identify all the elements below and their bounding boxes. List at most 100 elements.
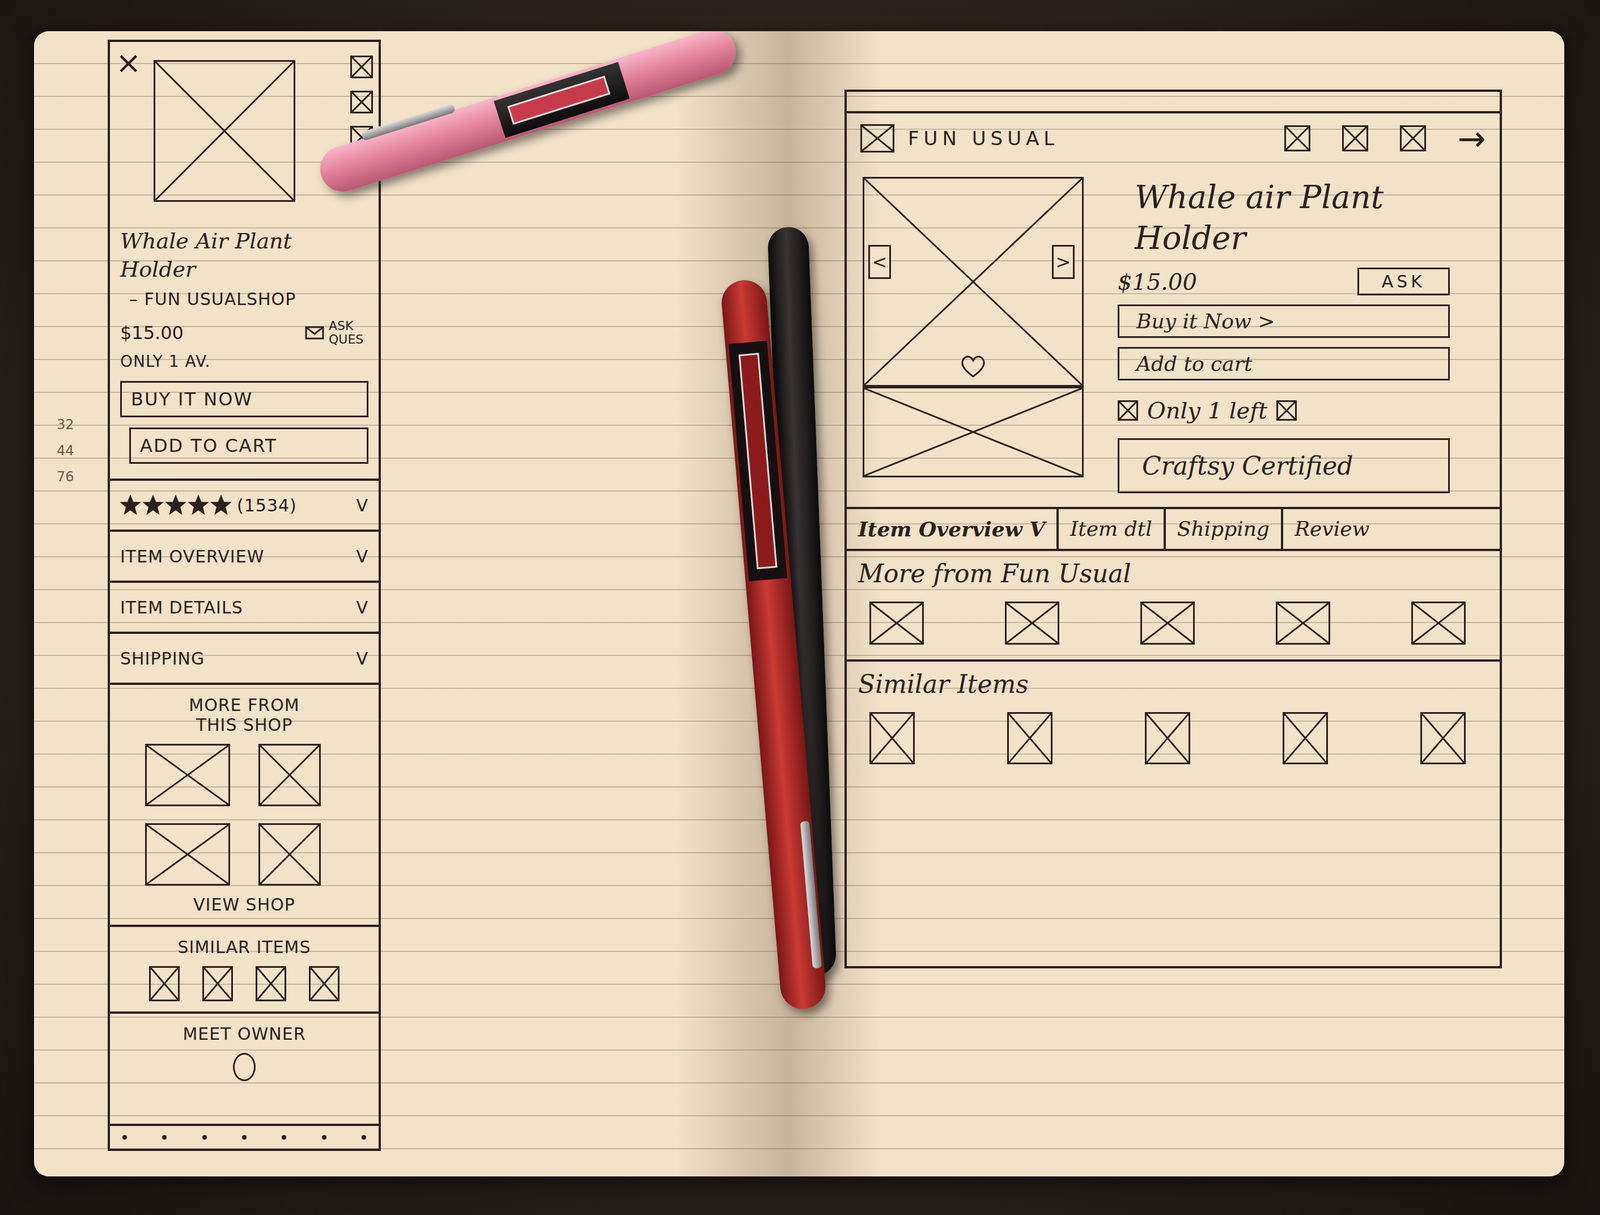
buy-now-button[interactable]: BUY IT NOW — [120, 380, 369, 418]
nav-dot[interactable] — [281, 1134, 287, 1140]
star-icon — [165, 494, 186, 516]
tab[interactable]: Shipping — [1165, 508, 1284, 549]
section-title: More from Fun Usual — [858, 558, 1489, 588]
left-page: 32 44 76 ×Whale Air Plant Holder– FUN USUAL… — [34, 31, 788, 1177]
shop-name[interactable]: – FUN USUALSHOP — [129, 289, 369, 309]
product-info: Whale air Plant Holder $15.00 ASK Buy it No… — [1117, 176, 1484, 494]
nav-dot[interactable] — [242, 1134, 247, 1140]
meet-owner: MEET OWNER — [109, 1011, 379, 1092]
item-thumbnail[interactable] — [255, 965, 287, 1001]
accordion-label[interactable]: ITEM OVERVIEW — [120, 546, 265, 567]
similar-items: Similar Items — [846, 659, 1500, 779]
bottom-nav — [109, 1123, 379, 1149]
price: $15.00 — [1117, 268, 1198, 295]
ask-label[interactable]: ASK QUES — [328, 319, 369, 347]
similar-thumbnails — [149, 965, 340, 1001]
desktop-wireframe: FUN USUAL→<>Whale air Plant Holder$15.00… — [844, 89, 1502, 969]
view-shop-link[interactable]: VIEW SHOP — [176, 894, 313, 915]
price-row: $15.00 ASK — [1117, 267, 1484, 296]
item-thumbnail[interactable] — [149, 965, 180, 1001]
accordion-label[interactable]: ITEM DETAILS — [120, 597, 244, 618]
add-to-cart-button[interactable]: Add to cart — [1117, 346, 1450, 381]
ask-question-button[interactable]: ASK QUES — [304, 319, 369, 347]
favorite-icon[interactable] — [350, 90, 373, 114]
accordion-row[interactable]: ITEM OVERVIEW V — [109, 529, 379, 581]
section-title: SIMILAR ITEMS — [176, 936, 313, 957]
item-thumbnail[interactable] — [202, 965, 233, 1001]
shop-name[interactable]: FUN USUAL — [907, 126, 1059, 150]
stock-label: Only 1 left — [1147, 397, 1268, 424]
shop-items — [858, 601, 1489, 645]
accordion-row[interactable]: ITEM DETAILSV — [109, 580, 379, 632]
item-thumbnail[interactable] — [869, 601, 924, 645]
thumbnail-strip[interactable] — [862, 386, 1084, 478]
item-thumbnail[interactable] — [1140, 601, 1195, 645]
nav-dot[interactable] — [162, 1134, 167, 1140]
chevron-icon: V — [355, 495, 369, 516]
nav-dot[interactable] — [122, 1134, 127, 1140]
margin-note: 44 — [56, 442, 108, 459]
ask-button[interactable]: ASK — [1357, 267, 1450, 296]
product-title: Whale air Plant Holder — [1134, 176, 1484, 259]
nav-dot[interactable] — [361, 1134, 367, 1140]
account-icon[interactable] — [1342, 125, 1369, 152]
product-image[interactable]: <> — [862, 176, 1084, 387]
margin-note: 32 — [56, 416, 108, 433]
desktop-header: FUN USUAL → — [846, 113, 1500, 164]
pen-label — [738, 352, 778, 570]
image-placeholder — [862, 176, 1084, 387]
heart-icon — [958, 353, 988, 379]
tab[interactable]: Review — [1283, 508, 1381, 549]
accordion-label[interactable]: SHIPPING — [120, 648, 205, 669]
item-thumbnail[interactable] — [1411, 601, 1466, 645]
product-body: <>Whale air Plant Holder$15.00ASKBuy it … — [846, 163, 1500, 507]
browser-strip — [846, 91, 1500, 114]
tab-bar: Item Overview VItem dtlShippingReview — [846, 506, 1500, 551]
chevron-icon: V — [355, 546, 369, 567]
close-button[interactable]: × — [115, 47, 142, 224]
header-icons: → — [1284, 121, 1487, 156]
add-to-cart-button[interactable]: ADD TO CART — [129, 427, 369, 464]
stock-row: Only 1 left — [1117, 397, 1484, 424]
similar-items: SIMILAR ITEMS — [109, 924, 379, 1012]
nav-dot[interactable] — [202, 1134, 207, 1140]
item-thumbnail[interactable] — [869, 711, 915, 765]
item-thumbnail[interactable] — [145, 822, 231, 886]
more-from-shop: More from Fun Usual — [846, 550, 1500, 660]
star-icon — [142, 494, 164, 516]
item-thumbnail[interactable] — [1004, 601, 1060, 645]
tab[interactable]: Item Overview V — [846, 508, 1059, 549]
next-image-button[interactable]: > — [1051, 244, 1075, 279]
similar-thumbnails — [858, 711, 1489, 765]
item-thumbnail[interactable] — [258, 822, 321, 886]
notebook: 32 44 76 ×Whale Air Plant Holder– FUN USUAL… — [34, 31, 1565, 1177]
owner-avatar-icon[interactable] — [232, 1052, 256, 1081]
previous-image-button[interactable]: < — [868, 244, 891, 279]
mobile-info: Whale Air Plant Holder– FUN USUALSHOP$15… — [109, 223, 379, 371]
review-count: (1534) — [236, 495, 297, 516]
item-thumbnail[interactable] — [1420, 711, 1466, 765]
item-thumbnail[interactable] — [258, 743, 321, 806]
cart-icon[interactable] — [1399, 125, 1427, 152]
item-thumbnail[interactable] — [1007, 711, 1053, 765]
margin-notes: 32 44 76 — [56, 39, 108, 1177]
buy-now-button[interactable]: Buy it Now > — [1117, 304, 1450, 338]
margin-note: 76 — [56, 468, 108, 485]
nav-dot[interactable] — [321, 1134, 327, 1140]
forward-arrow-icon[interactable]: → — [1457, 121, 1487, 156]
rating-stars — [120, 494, 232, 516]
accordion-row[interactable]: SHIPPINGV — [109, 631, 379, 683]
availability: ONLY 1 AV. — [120, 351, 369, 371]
product-image[interactable] — [153, 60, 296, 202]
star-icon — [210, 494, 232, 516]
item-thumbnail[interactable] — [1282, 711, 1328, 765]
item-thumbnail[interactable] — [308, 965, 340, 1001]
item-thumbnail[interactable] — [1275, 601, 1331, 645]
rating-row[interactable]: (1534) V — [109, 478, 379, 530]
item-thumbnail[interactable] — [145, 743, 231, 806]
item-thumbnail[interactable] — [1144, 711, 1191, 765]
shop-logo-icon[interactable] — [860, 124, 895, 153]
share-icon[interactable] — [350, 55, 373, 79]
tab[interactable]: Item dtl — [1058, 508, 1166, 549]
search-icon[interactable] — [1284, 125, 1311, 152]
